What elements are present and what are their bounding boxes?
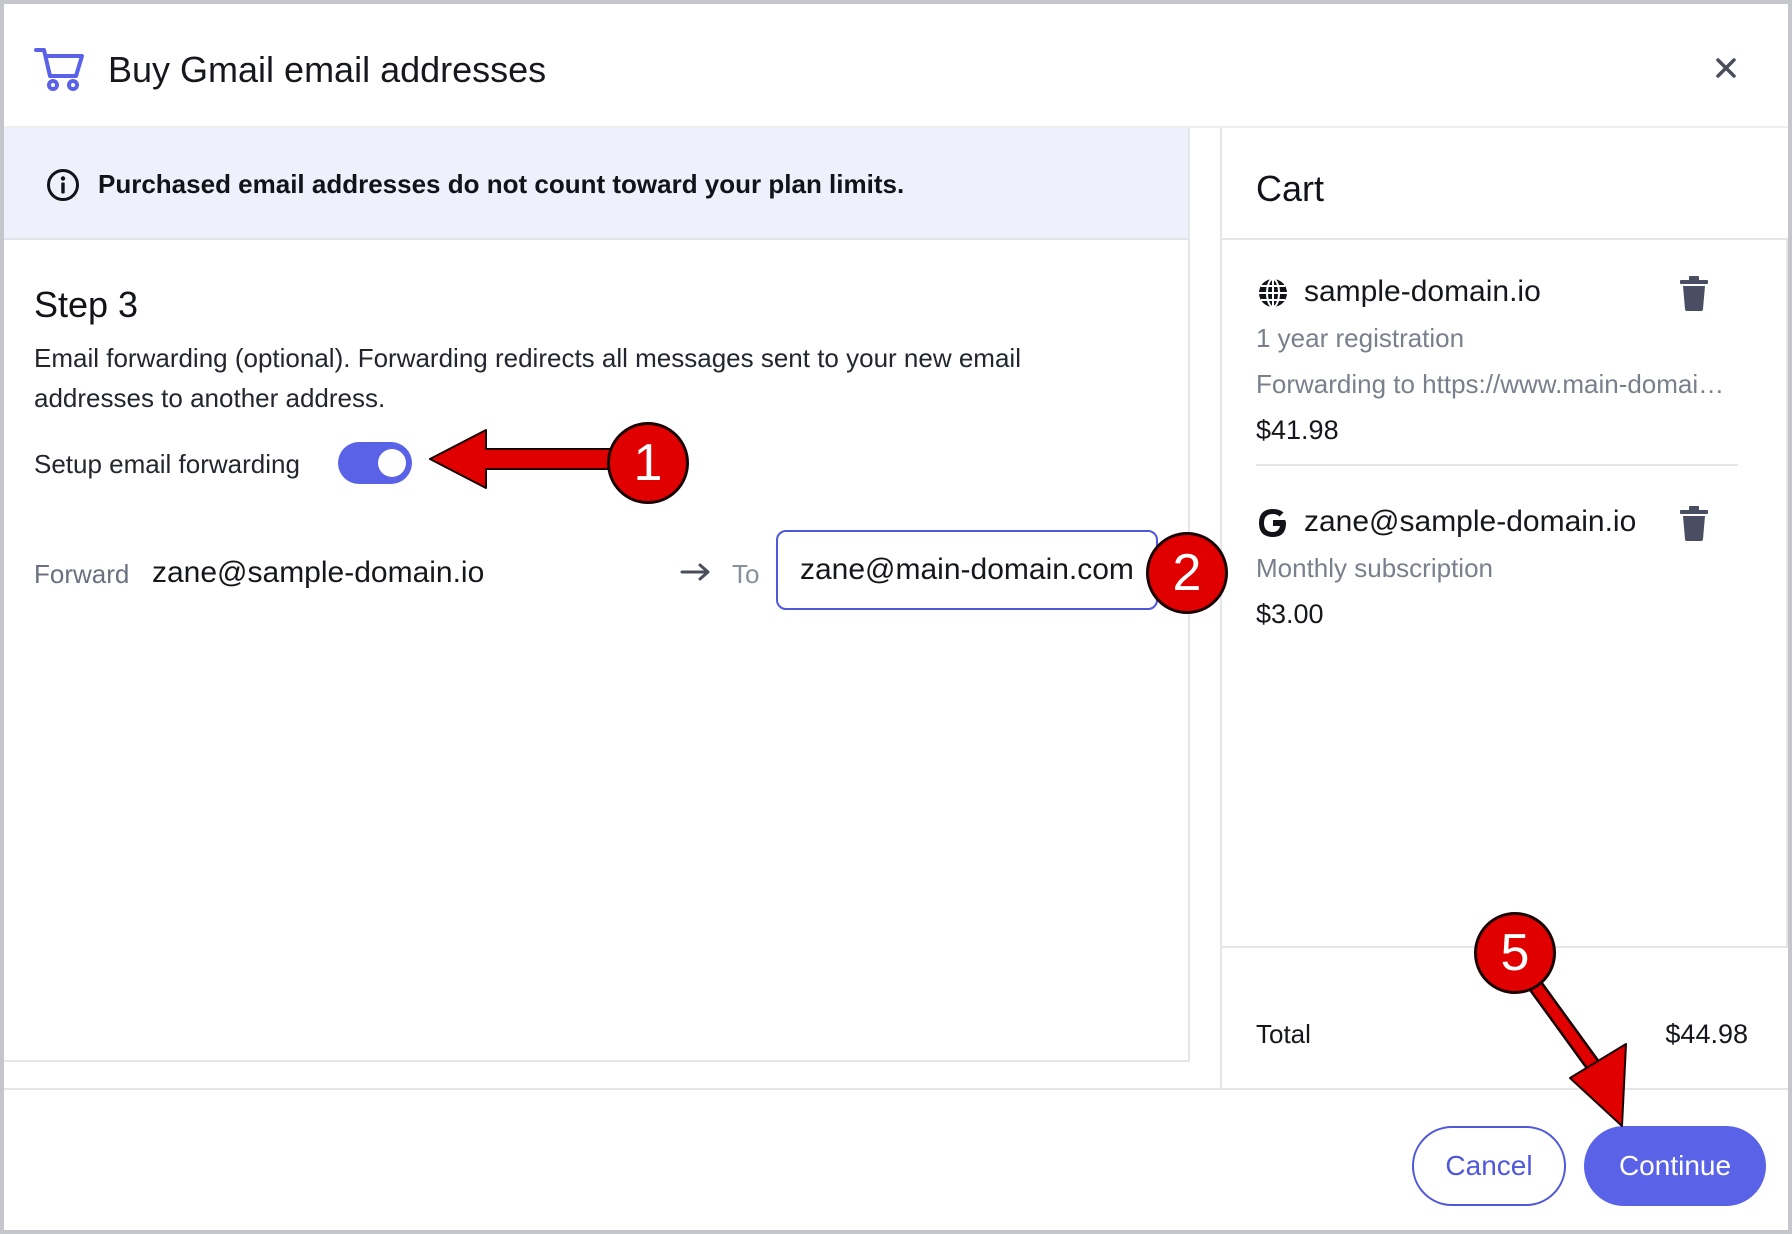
cart-item-forwarding-detail: Forwarding to https://www.main-domain.co…	[1256, 369, 1738, 399]
cart-item-name: zane@sample-domain.io	[1304, 505, 1637, 538]
modal-footer: Cancel Continue	[4, 1088, 1788, 1230]
info-banner-text: Purchased email addresses do not count t…	[98, 169, 905, 199]
delete-email-trash-icon[interactable]	[1676, 504, 1712, 542]
modal-header: Buy Gmail email addresses	[4, 4, 1788, 128]
cart-title-bar: Cart	[1222, 128, 1788, 240]
cart-item-subtitle: Monthly subscription	[1256, 553, 1493, 583]
cart-item-name: sample-domain.io	[1304, 275, 1541, 308]
info-banner: Purchased email addresses do not count t…	[4, 128, 1188, 240]
cart-list: sample-domain.io 1 year registration For…	[1222, 240, 1788, 948]
total-value: $44.98	[1665, 1019, 1748, 1049]
forward-to-input[interactable]	[776, 530, 1158, 610]
cart-title: Cart	[1256, 168, 1325, 209]
cart-item-price: $3.00	[1256, 599, 1324, 629]
annotation-badge-2: 2	[1146, 532, 1228, 614]
cart-item-domain: sample-domain.io 1 year registration For…	[1256, 270, 1738, 466]
buy-email-modal: Buy Gmail email addresses Purchased emai…	[0, 0, 1792, 1234]
annotation-badge-5: 5	[1474, 912, 1556, 994]
info-icon	[47, 169, 79, 201]
step-title: Step 3	[34, 284, 139, 325]
forwarding-toggle-label: Setup email forwarding	[34, 449, 300, 479]
shopping-cart-icon	[34, 48, 84, 91]
globe-icon	[1259, 278, 1287, 308]
to-label: To	[732, 559, 760, 589]
modal-title: Buy Gmail email addresses	[108, 49, 547, 90]
close-button[interactable]	[1704, 46, 1748, 90]
cart-item-email: zane@sample-domain.io Monthly subscripti…	[1256, 500, 1738, 660]
delete-domain-trash-icon[interactable]	[1676, 274, 1712, 312]
google-icon	[1259, 509, 1286, 537]
cart-item-subtitle: 1 year registration	[1256, 323, 1465, 353]
total-label: Total	[1256, 1019, 1311, 1049]
forward-from-address: zane@sample-domain.io	[152, 556, 485, 589]
close-icon	[1716, 58, 1736, 78]
step-description: Email forwarding (optional). Forwarding …	[34, 343, 1021, 413]
cancel-button[interactable]: Cancel	[1412, 1126, 1566, 1206]
arrow-right-icon	[680, 563, 710, 581]
continue-button[interactable]: Continue	[1584, 1126, 1766, 1206]
toggle-knob	[378, 449, 406, 477]
forward-label: Forward	[34, 559, 130, 589]
step-panel: Purchased email addresses do not count t…	[4, 128, 1190, 1062]
annotation-badge-1: 1	[607, 422, 689, 504]
cart-item-price: $41.98	[1256, 415, 1339, 445]
email-forwarding-toggle[interactable]	[338, 442, 412, 484]
